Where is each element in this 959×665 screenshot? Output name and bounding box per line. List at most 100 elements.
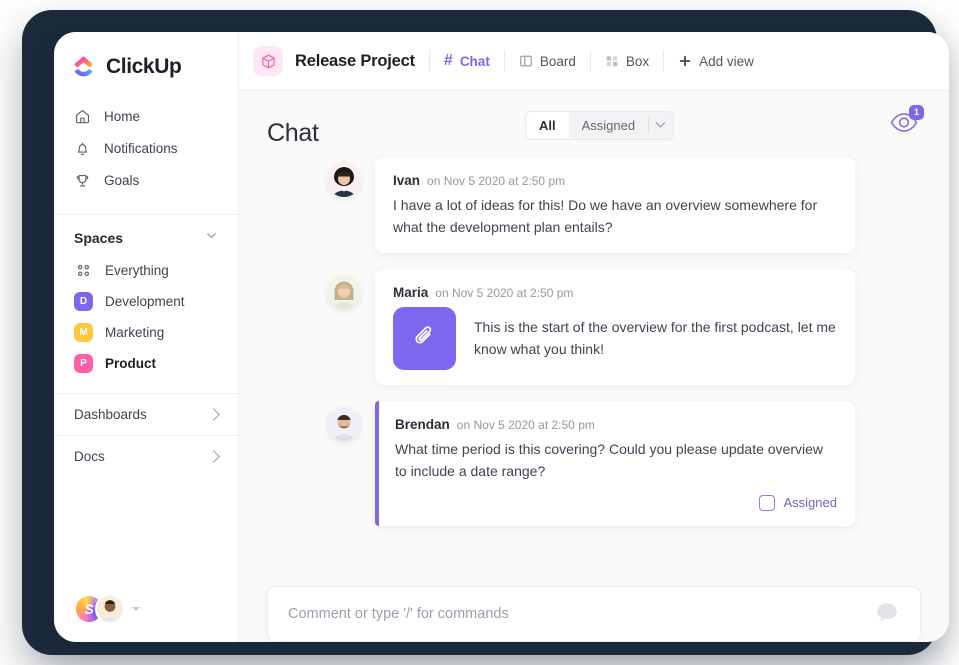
- space-label: Development: [105, 294, 185, 309]
- sidebar-item-dashboards[interactable]: Dashboards: [54, 393, 238, 435]
- page-title: Chat: [267, 118, 319, 147]
- message-list: Ivan on Nov 5 2020 at 2:50 pm I have a l…: [239, 153, 949, 572]
- add-view-label: Add view: [699, 53, 754, 69]
- box-grid-icon: [605, 54, 619, 68]
- chevron-down-icon: [205, 229, 218, 247]
- sidebar-item-notifications[interactable]: Notifications: [54, 132, 238, 164]
- message-timestamp: on Nov 5 2020 at 2:50 pm: [435, 286, 574, 301]
- paperclip-icon: [412, 323, 438, 354]
- tab-label: Board: [539, 53, 576, 69]
- tab-board[interactable]: Board: [519, 54, 576, 69]
- filter-all-button[interactable]: All: [526, 112, 569, 139]
- avatar[interactable]: [327, 275, 361, 310]
- filter-assigned-button[interactable]: Assigned: [569, 112, 648, 139]
- message-meta: Maria on Nov 5 2020 at 2:50 pm: [393, 285, 837, 300]
- chevron-down-icon[interactable]: [132, 607, 140, 611]
- page-header: Chat All Assigned 1: [239, 91, 949, 153]
- home-icon: [74, 108, 91, 125]
- message-meta: Ivan on Nov 5 2020 at 2:50 pm: [393, 173, 837, 188]
- grid-dots-icon: [74, 261, 93, 280]
- board-icon: [519, 54, 533, 68]
- comment-composer[interactable]: Comment or type '/' for commands: [267, 586, 921, 642]
- avatar[interactable]: [95, 594, 125, 624]
- message-text: This is the start of the overview for th…: [474, 319, 836, 357]
- trophy-icon: [74, 172, 91, 189]
- divider: [428, 50, 430, 72]
- space-label: Marketing: [105, 325, 165, 340]
- sidebar-item-development[interactable]: D Development: [54, 286, 238, 317]
- sidebar-item-label: Dashboards: [74, 407, 147, 422]
- primary-nav: Home Notifications Goals: [54, 96, 238, 208]
- device-frame: ClickUp Home Notifications Goals Spaces …: [22, 10, 949, 655]
- main-content: Release Project # Chat Board Box Add vie…: [239, 32, 949, 642]
- sidebar-item-product[interactable]: P Product: [54, 348, 238, 379]
- hash-icon: #: [443, 52, 453, 69]
- space-label: Product: [105, 356, 157, 371]
- app-window: ClickUp Home Notifications Goals Spaces …: [54, 32, 949, 642]
- tab-chat[interactable]: # Chat: [444, 52, 490, 70]
- top-bar: Release Project # Chat Board Box Add vie…: [239, 32, 949, 91]
- chevron-right-icon: [207, 450, 220, 463]
- divider: [503, 50, 505, 72]
- add-view-button[interactable]: Add view: [678, 54, 754, 69]
- sidebar-item-label: Notifications: [104, 140, 178, 156]
- message-text: I have a lot of ideas for this! Do we ha…: [393, 197, 818, 235]
- message-meta: Brendan on Nov 5 2020 at 2:50 pm: [395, 417, 837, 432]
- message-card: Brendan on Nov 5 2020 at 2:50 pm What ti…: [375, 401, 855, 527]
- assign-row: Assigned: [395, 494, 837, 511]
- tab-label: Chat: [459, 53, 490, 69]
- chat-bubble-icon[interactable]: [874, 601, 900, 627]
- tab-box[interactable]: Box: [605, 54, 649, 69]
- message-item: Maria on Nov 5 2020 at 2:50 pm This is t…: [267, 269, 921, 386]
- message-timestamp: on Nov 5 2020 at 2:50 pm: [456, 418, 595, 433]
- eye-icon: [889, 113, 919, 137]
- divider: [589, 50, 591, 72]
- spaces-list: Everything D Development M Marketing P P…: [54, 255, 238, 379]
- filter-segmented-control: All Assigned: [525, 111, 675, 140]
- message-attachment-row: This is the start of the overview for th…: [393, 307, 837, 371]
- space-badge: P: [74, 354, 93, 373]
- clickup-logo-icon: [72, 54, 98, 80]
- spaces-section-header[interactable]: Spaces: [54, 215, 238, 255]
- clickup-logo[interactable]: ClickUp: [54, 32, 238, 96]
- sidebar: ClickUp Home Notifications Goals Spaces …: [54, 32, 239, 642]
- message-text: What time period is this covering? Could…: [395, 441, 824, 480]
- avatar[interactable]: [327, 163, 361, 197]
- space-label: Everything: [105, 263, 169, 278]
- chevron-right-icon: [207, 408, 220, 421]
- message-item: Brendan on Nov 5 2020 at 2:50 pm What ti…: [267, 401, 921, 527]
- user-avatar-group[interactable]: S: [74, 594, 140, 624]
- assigned-checkbox[interactable]: [758, 494, 775, 511]
- spaces-title: Spaces: [74, 230, 124, 246]
- message-author: Maria: [393, 285, 429, 301]
- space-badge: M: [74, 323, 93, 342]
- bell-icon: [74, 140, 91, 157]
- sidebar-item-everything[interactable]: Everything: [54, 255, 238, 286]
- project-title: Release Project: [295, 51, 415, 70]
- message-card: Maria on Nov 5 2020 at 2:50 pm This is t…: [375, 269, 855, 386]
- message-timestamp: on Nov 5 2020 at 2:50 pm: [427, 174, 566, 188]
- sidebar-item-marketing[interactable]: M Marketing: [54, 317, 238, 348]
- message-author: Ivan: [393, 173, 421, 188]
- sidebar-item-goals[interactable]: Goals: [54, 164, 238, 196]
- composer-area: Comment or type '/' for commands: [239, 572, 949, 642]
- chevron-down-icon: [655, 117, 666, 128]
- clickup-wordmark: ClickUp: [106, 55, 182, 78]
- sidebar-item-label: Docs: [74, 449, 105, 464]
- sidebar-item-docs[interactable]: Docs: [54, 435, 238, 477]
- tab-label: Box: [625, 53, 650, 69]
- cube-icon: [253, 46, 283, 76]
- message-card: Ivan on Nov 5 2020 at 2:50 pm I have a l…: [375, 157, 855, 254]
- assigned-label: Assigned: [783, 495, 837, 511]
- watchers-button[interactable]: 1: [889, 105, 924, 138]
- sidebar-item-label: Goals: [104, 172, 140, 188]
- attachment-thumbnail[interactable]: [393, 307, 456, 371]
- sidebar-item-home[interactable]: Home: [54, 100, 238, 132]
- message-item: Ivan on Nov 5 2020 at 2:50 pm I have a l…: [267, 157, 921, 254]
- watchers-count-badge: 1: [909, 105, 924, 120]
- avatar[interactable]: [327, 407, 361, 442]
- comment-input-placeholder[interactable]: Comment or type '/' for commands: [288, 606, 874, 622]
- filter-dropdown-button[interactable]: [649, 112, 673, 139]
- space-badge: D: [74, 292, 93, 311]
- divider: [663, 50, 665, 72]
